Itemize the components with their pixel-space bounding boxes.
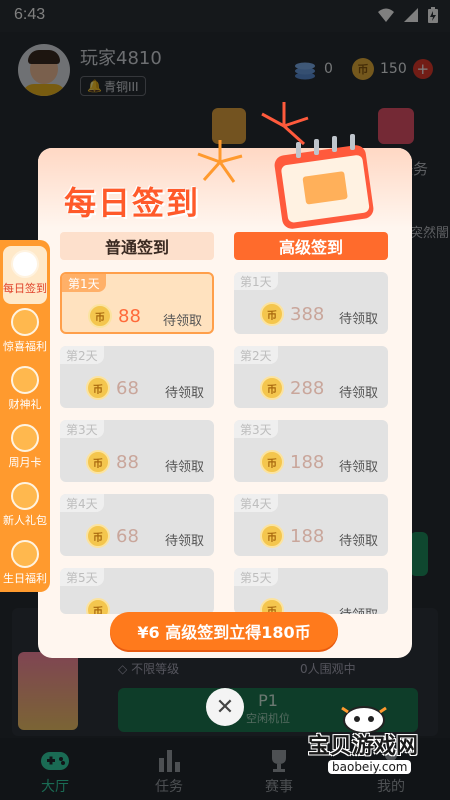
day-label: 第1天 <box>234 272 278 290</box>
normal-checkin-card[interactable]: 第3天币 88 待领取 <box>60 420 214 482</box>
coin-icon: 币 <box>86 450 110 474</box>
claim-status: 待领取 <box>338 460 378 475</box>
day-label: 第5天 <box>234 568 278 586</box>
day-label: 第5天 <box>60 568 104 586</box>
side-menu-icon <box>11 540 39 568</box>
side-menu-item[interactable]: 每日签到 <box>3 246 47 304</box>
coin-icon: 币 <box>260 302 284 326</box>
side-menu-label: 新人礼包 <box>3 514 47 527</box>
coin-icon: 币 <box>260 524 284 548</box>
side-menu-item[interactable]: 惊喜福利 <box>3 304 47 362</box>
day-label: 第4天 <box>234 494 278 512</box>
day-label: 第1天 <box>62 274 106 292</box>
fireworks-icon <box>197 102 309 183</box>
reward-amount: 68 <box>116 526 139 547</box>
claim-status: 待领取 <box>338 534 378 549</box>
normal-checkin-card[interactable]: 第1天币 88 待领取 <box>60 272 214 334</box>
coin-icon: 币 <box>260 450 284 474</box>
premium-checkin-card[interactable]: 第5天币待领取 <box>234 568 388 614</box>
day-label: 第2天 <box>60 346 104 364</box>
claim-status: 待领取 <box>339 604 378 614</box>
day-label: 第3天 <box>234 420 278 438</box>
side-menu-item[interactable]: 生日福利 <box>3 536 47 594</box>
premium-checkin-header[interactable]: 高级签到 <box>234 232 388 260</box>
premium-checkin-card[interactable]: 第3天币 188 待领取 <box>234 420 388 482</box>
reward-amount: 88 <box>118 306 141 327</box>
side-menu-item[interactable]: 周月卡 <box>3 420 47 478</box>
side-menu-item[interactable]: 财神礼 <box>3 362 47 420</box>
reward-amount: 88 <box>116 452 139 473</box>
side-menu-label: 生日福利 <box>3 572 47 585</box>
reward-amount: 388 <box>290 304 325 325</box>
claim-status: 待领取 <box>162 314 202 329</box>
day-label: 第4天 <box>60 494 104 512</box>
side-menu-label: 每日签到 <box>3 282 47 295</box>
premium-buy-button[interactable]: ¥6 高级签到立得180币 <box>110 612 338 650</box>
side-menu-icon <box>11 424 39 452</box>
side-menu-label: 财神礼 <box>8 398 42 411</box>
side-menu-item[interactable]: 新人礼包 <box>3 478 47 536</box>
claim-status: 待领取 <box>338 312 378 327</box>
claim-status: 待领取 <box>164 386 204 401</box>
coin-icon: 币 <box>86 524 110 548</box>
normal-checkin-card[interactable]: 第4天币 68 待领取 <box>60 494 214 556</box>
reward-amount: 188 <box>290 452 325 473</box>
close-button[interactable]: ✕ <box>206 688 244 726</box>
normal-checkin-card[interactable]: 第5天币 <box>60 568 214 614</box>
normal-checkin-header[interactable]: 普通签到 <box>60 232 214 260</box>
claim-status: 待领取 <box>164 534 204 549</box>
premium-checkin-card[interactable]: 第2天币 288 待领取 <box>234 346 388 408</box>
normal-checkin-card[interactable]: 第2天币 68 待领取 <box>60 346 214 408</box>
side-menu-icon <box>11 366 39 394</box>
coin-icon: 币 <box>260 376 284 400</box>
side-menu-label: 周月卡 <box>8 456 42 469</box>
reward-amount: 68 <box>116 378 139 399</box>
coin-icon: 币 <box>86 598 110 614</box>
premium-checkin-card[interactable]: 第1天币 388 待领取 <box>234 272 388 334</box>
modal-title: 每日签到 <box>64 184 201 222</box>
side-menu-icon <box>11 482 39 510</box>
coin-icon: 币 <box>88 304 112 328</box>
claim-status: 待领取 <box>338 386 378 401</box>
day-label: 第2天 <box>234 346 278 364</box>
side-menu-icon <box>11 250 39 278</box>
watermark-logo: 宝贝游戏网 baobeiy.com <box>284 698 450 788</box>
coin-icon: 币 <box>86 376 110 400</box>
premium-checkin-card[interactable]: 第4天币 188 待领取 <box>234 494 388 556</box>
reward-amount: 188 <box>290 526 325 547</box>
side-menu-icon <box>11 308 39 336</box>
day-label: 第3天 <box>60 420 104 438</box>
side-menu-label: 惊喜福利 <box>3 340 47 353</box>
reward-amount: 288 <box>290 378 325 399</box>
claim-status: 待领取 <box>164 460 204 475</box>
